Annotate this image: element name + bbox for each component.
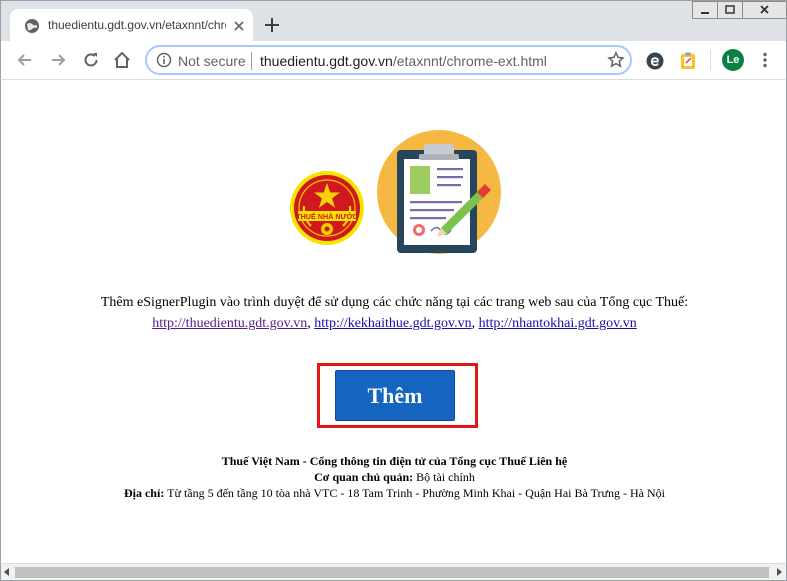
page-footer: Thuế Việt Nam - Cổng thông tin điện tử c… [1,453,787,501]
restore-icon [725,5,735,14]
bookmark-star-icon[interactable] [607,51,625,69]
address-bar[interactable]: Not secure thuedientu.gdt.gov.vn/etaxnnt… [145,45,632,75]
link-kekhaithue[interactable]: http://kekhaithue.gdt.gov.vn [314,316,471,331]
scroll-left-arrow-icon[interactable] [3,568,11,576]
minimize-icon [701,12,709,14]
close-window-button[interactable] [742,1,787,19]
link-nhantokhai[interactable]: http://nhantokhai.gdt.gov.vn [479,316,637,331]
horizontal-scrollbar[interactable] [0,563,787,581]
globe-icon [25,19,39,33]
footer-address: Địa chỉ: Từ tầng 5 đến tầng 10 tòa nhà V… [1,485,787,501]
more-vert-icon[interactable] [756,51,774,69]
footer-title: Thuế Việt Nam - Cổng thông tin điện tử c… [1,453,787,469]
footer-address-label: Địa chỉ: [123,486,165,500]
close-tab-icon[interactable] [232,19,246,33]
back-arrow-icon[interactable] [15,50,35,70]
footer-agency-value: Bộ tài chính [413,470,475,484]
title-bar: thuedientu.gdt.gov.vn/etaxnnt/chrome-ext… [0,0,787,43]
tab-title: thuedientu.gdt.gov.vn/etaxnnt/chrome-ext… [48,18,226,32]
tax-emblem-logo: THUẾ NHÀ NƯỚC [290,171,364,245]
minimize-button[interactable] [692,1,718,19]
url-host: thuedientu.gdt.gov.vn [260,53,393,69]
page-viewport: THUẾ NHÀ NƯỚC Thêm eSignerPlugin vào trì… [0,80,787,563]
footer-title-text: Thuế Việt Nam - Cổng thông tin điện tử c… [221,454,568,468]
intro-text: Thêm eSignerPlugin vào trình duyệt để sử… [100,295,689,310]
add-extension-button[interactable]: Thêm [335,370,455,421]
browser-tab[interactable]: thuedientu.gdt.gov.vn/etaxnnt/chrome-ext… [10,9,253,43]
clipboard-signing-icon [377,130,501,254]
home-icon[interactable] [112,50,132,70]
security-label: Not secure [178,53,246,69]
browser-toolbar: Not secure thuedientu.gdt.gov.vn/etaxnnt… [0,41,787,80]
footer-agency: Cơ quan chủ quản: Bộ tài chính [1,469,787,485]
scroll-right-arrow-icon[interactable] [775,568,783,576]
close-window-icon [760,5,769,14]
profile-avatar[interactable]: Le [722,49,744,71]
emblem-text: THUẾ NHÀ NƯỚC [296,211,358,221]
info-icon[interactable] [156,52,172,68]
url-text[interactable]: thuedientu.gdt.gov.vn/etaxnnt/chrome-ext… [260,53,547,69]
extension-e-icon[interactable] [645,51,665,71]
extension-signer-icon[interactable] [678,51,698,71]
site-links: http://thuedientu.gdt.gov.vn, http://kek… [1,316,787,332]
url-path: /etaxnnt/chrome-ext.html [392,53,547,69]
new-tab-icon[interactable] [263,16,281,34]
forward-arrow-icon[interactable] [48,50,68,70]
toolbar-separator [710,50,711,70]
maximize-button[interactable] [717,1,743,19]
omnibox-separator [251,52,252,70]
scrollbar-thumb[interactable] [15,567,769,578]
link-thuedientu[interactable]: http://thuedientu.gdt.gov.vn [152,316,307,331]
footer-address-value: Từ tầng 5 đến tầng 10 tòa nhà VTC - 18 T… [164,486,665,500]
footer-agency-label: Cơ quan chủ quản: [314,470,414,484]
reload-icon[interactable] [81,50,101,70]
link-separator: , [471,316,479,331]
